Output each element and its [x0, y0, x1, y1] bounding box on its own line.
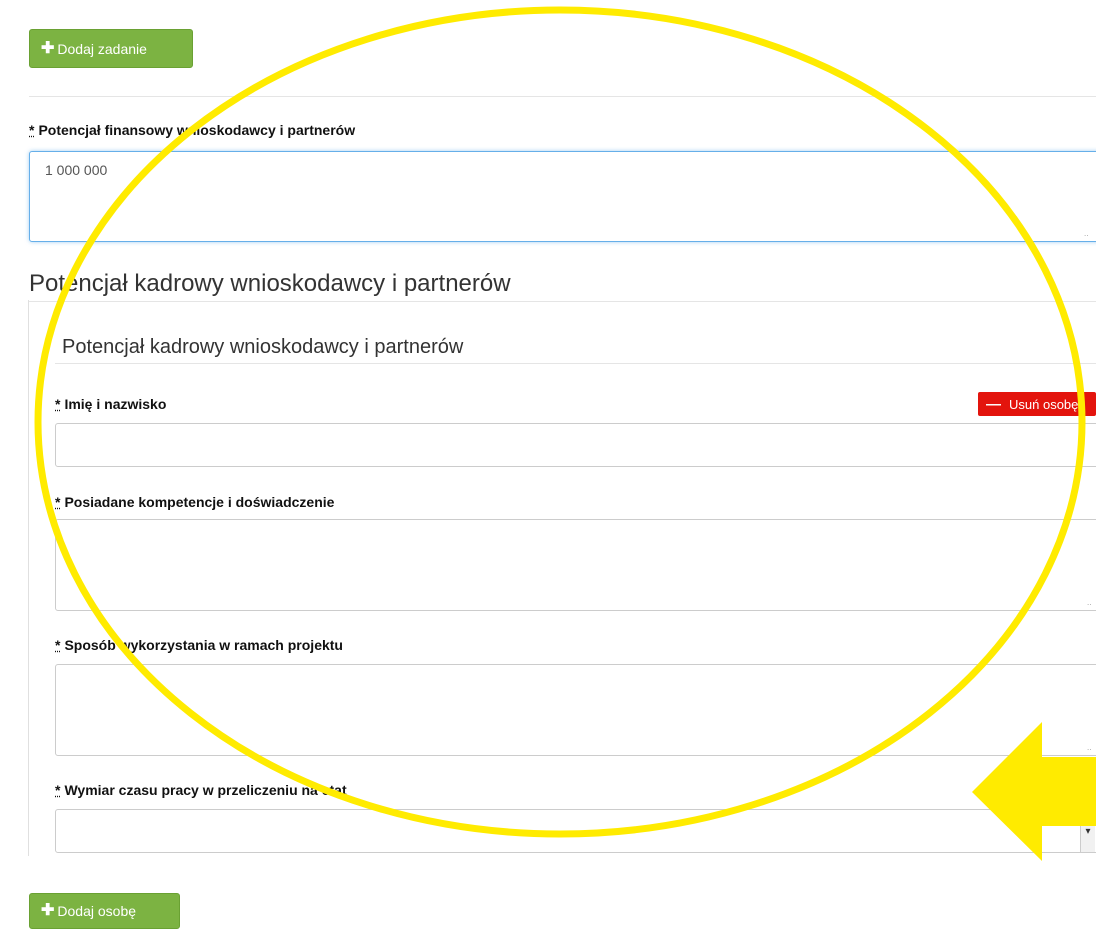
form-page: ✚ Dodaj zadanie * Potencjał finansowy wni…: [0, 0, 1096, 929]
competence-label: * Posiadane kompetencje i doświadczenie: [55, 494, 335, 510]
chevron-down-icon[interactable]: ▾: [1080, 810, 1095, 852]
person-title: Potencjał kadrowy wnioskodawcy i partner…: [62, 336, 464, 358]
minus-icon: —: [986, 395, 1001, 413]
name-label: * Imię i nazwisko: [55, 396, 167, 412]
person-divider: [55, 363, 1096, 364]
required-mark: *: [55, 396, 61, 412]
resize-grip-icon[interactable]: ..: [1087, 599, 1093, 607]
fieldset-border: [28, 300, 29, 856]
name-input[interactable]: [55, 423, 1096, 467]
usage-textarea[interactable]: ..: [55, 664, 1096, 756]
section-divider: [29, 301, 1096, 302]
worktime-select[interactable]: ▾: [55, 809, 1096, 853]
plus-icon: ✚: [41, 39, 55, 57]
usage-label: * Sposób wykorzystania w ramach projektu: [55, 637, 343, 653]
add-person-button[interactable]: ✚ Dodaj osobę: [29, 893, 180, 929]
staff-section-title: Potencjał kadrowy wnioskodawcy i partner…: [29, 270, 511, 297]
remove-person-button[interactable]: — Usuń osobę: [978, 392, 1096, 416]
resize-grip-icon[interactable]: ..: [1087, 744, 1093, 752]
add-task-label: Dodaj zadanie: [57, 40, 147, 57]
remove-person-label: Usuń osobę: [1009, 396, 1079, 412]
divider: [29, 96, 1096, 97]
financial-label: * Potencjał finansowy wnioskodawcy i part…: [29, 122, 356, 138]
required-mark: *: [55, 782, 61, 798]
competence-textarea[interactable]: ..: [55, 519, 1096, 611]
required-mark: *: [55, 494, 61, 510]
financial-textarea[interactable]: 1 000 000 ..: [29, 151, 1096, 242]
financial-value: 1 000 000: [45, 162, 108, 178]
resize-grip-icon[interactable]: ..: [1084, 230, 1090, 238]
required-mark: *: [55, 637, 61, 653]
add-person-label: Dodaj osobę: [57, 903, 137, 919]
required-mark: *: [29, 122, 35, 138]
plus-icon: ✚: [41, 902, 55, 919]
worktime-label: * Wymiar czasu pracy w przeliczeniu na et…: [55, 782, 347, 798]
add-task-button[interactable]: ✚ Dodaj zadanie: [29, 29, 193, 68]
